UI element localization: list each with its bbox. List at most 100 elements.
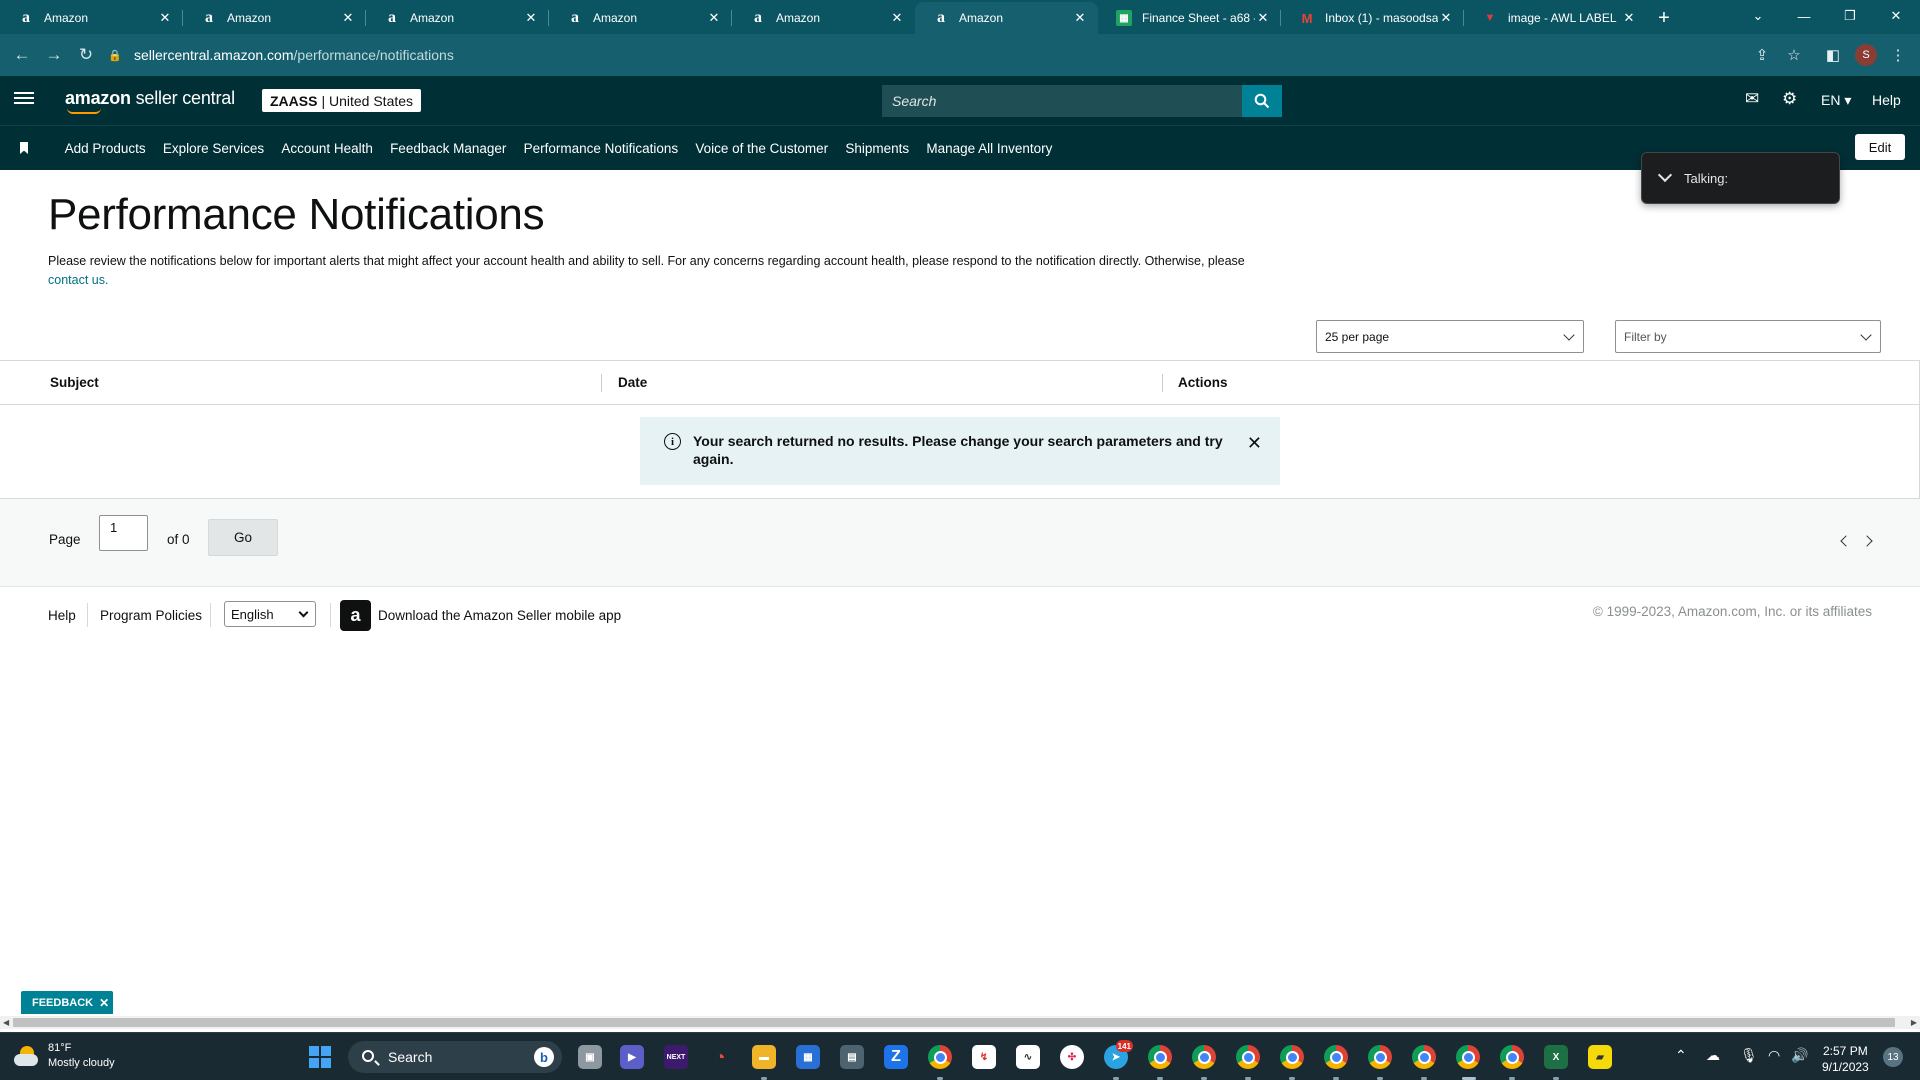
nav-account-health[interactable]: Account Health <box>273 141 382 156</box>
snipping-tool-icon[interactable]: ◔ <box>708 1045 732 1069</box>
nav-performance-notifications[interactable]: Performance Notifications <box>515 141 687 156</box>
chrome-profile-icon[interactable] <box>1368 1045 1392 1069</box>
browser-tab[interactable]: ▦ Finance Sheet - a68 - ✕ <box>1098 2 1281 34</box>
reload-icon[interactable]: ↻ <box>70 39 102 71</box>
gear-icon[interactable]: ⚙ <box>1782 89 1797 109</box>
edit-nav-button[interactable]: Edit <box>1855 134 1905 160</box>
filter-select[interactable]: Filter by <box>1615 320 1881 353</box>
wifi-icon[interactable]: ◠ <box>1768 1047 1780 1064</box>
language-selector[interactable]: EN ▾ <box>1821 92 1851 109</box>
slack-icon[interactable]: ✣ <box>1060 1045 1084 1069</box>
tab-close-icon[interactable]: ✕ <box>1255 10 1271 26</box>
chrome-profile-icon[interactable] <box>1324 1045 1348 1069</box>
chart-app-icon[interactable]: ∿ <box>1016 1045 1040 1069</box>
onedrive-cloud-icon[interactable]: ☁ <box>1706 1047 1720 1064</box>
hamburger-menu-icon[interactable] <box>14 89 34 109</box>
download-app-link[interactable]: Download the Amazon Seller mobile app <box>378 608 621 623</box>
close-icon[interactable]: ✕ <box>1247 433 1262 454</box>
nav-add-products[interactable]: Add Products <box>56 141 154 156</box>
browser-tab[interactable]: a Amazon ✕ <box>366 2 549 34</box>
search-button[interactable] <box>1242 85 1282 117</box>
chevron-up-icon[interactable]: ⌃ <box>1675 1047 1687 1064</box>
chrome-profile-icon[interactable] <box>1456 1045 1480 1069</box>
browser-tab[interactable]: a Amazon ✕ <box>732 2 915 34</box>
next-app-icon[interactable]: NEXT <box>664 1045 688 1069</box>
chrome-profile-icon[interactable] <box>1500 1045 1524 1069</box>
close-window-button[interactable]: ✕ <box>1873 0 1919 32</box>
chrome-profile-icon[interactable] <box>1280 1045 1304 1069</box>
store-selector[interactable]: ZAASS | United States <box>262 89 422 112</box>
per-page-select[interactable]: 25 per page <box>1316 320 1584 353</box>
calculator-icon[interactable]: ▤ <box>840 1045 864 1069</box>
volume-icon[interactable]: 🔊 <box>1791 1047 1808 1064</box>
browser-menu-icon[interactable]: ⋮ <box>1883 38 1913 72</box>
scrollbar-thumb[interactable] <box>13 1018 1895 1027</box>
taskbar-search[interactable]: Search b <box>348 1041 562 1073</box>
column-header-date[interactable]: Date <box>618 375 647 390</box>
new-tab-button[interactable]: + <box>1647 2 1681 34</box>
profile-button[interactable]: S <box>1851 38 1881 72</box>
tab-close-icon[interactable]: ✕ <box>706 10 722 26</box>
program-policies-link[interactable]: Program Policies <box>100 608 202 623</box>
excel-icon[interactable]: X <box>1544 1045 1568 1069</box>
nav-shipments[interactable]: Shipments <box>837 141 918 156</box>
url-field[interactable]: 🔒 sellercentral.amazon.com/performance/n… <box>108 38 1777 72</box>
teams-meet-icon[interactable]: ▶ <box>620 1045 644 1069</box>
calendar-icon[interactable]: ▦ <box>796 1045 820 1069</box>
close-icon[interactable]: ✕ <box>99 996 109 1010</box>
weather-widget[interactable]: 81°F Mostly cloudy <box>14 1041 115 1071</box>
scroll-left-icon[interactable]: ◀ <box>3 1018 9 1027</box>
file-explorer-icon[interactable]: ▬ <box>752 1045 776 1069</box>
side-panel-icon[interactable]: ◧ <box>1818 38 1848 72</box>
restore-button[interactable]: ❐ <box>1827 0 1873 32</box>
telegram-icon[interactable]: ➤ 141 <box>1104 1040 1133 1069</box>
forward-arrow-icon[interactable]: → <box>38 39 70 71</box>
browser-tab[interactable]: ▼ image - AWL LABEL ✕ <box>1464 2 1647 34</box>
chrome-profile-icon[interactable] <box>1236 1045 1260 1069</box>
system-clock[interactable]: 2:57 PM 9/1/2023 <box>1822 1043 1869 1075</box>
footer-language-select[interactable]: English <box>224 601 316 627</box>
tab-close-icon[interactable]: ✕ <box>1438 10 1454 26</box>
tab-search-chevron-icon[interactable]: ⌄ <box>1735 0 1781 32</box>
windows-start-icon[interactable] <box>309 1046 331 1068</box>
nav-explore-services[interactable]: Explore Services <box>154 141 272 156</box>
sticky-notes-icon[interactable]: ▰ <box>1588 1045 1612 1069</box>
tab-close-icon[interactable]: ✕ <box>157 10 173 26</box>
stock-chart-icon[interactable]: ↯ <box>972 1045 996 1069</box>
go-button[interactable]: Go <box>208 519 278 556</box>
browser-tab[interactable]: a Amazon ✕ <box>549 2 732 34</box>
browser-tab-active[interactable]: a Amazon ✕ <box>915 2 1098 34</box>
share-icon[interactable]: ⇪ <box>1747 38 1777 72</box>
footer-help-link[interactable]: Help <box>48 608 76 623</box>
mail-icon[interactable]: ✉ <box>1745 89 1759 109</box>
horizontal-scrollbar[interactable]: ◀ ▶ <box>0 1016 1920 1029</box>
bing-icon[interactable]: b <box>534 1047 554 1067</box>
nav-manage-all-inventory[interactable]: Manage All Inventory <box>918 141 1061 156</box>
tab-close-icon[interactable]: ✕ <box>889 10 905 26</box>
tab-close-icon[interactable]: ✕ <box>1621 10 1637 26</box>
microphone-icon[interactable]: 🎙 <box>1740 1047 1758 1064</box>
chrome-profile-icon[interactable] <box>1412 1045 1436 1069</box>
bookmark-icon[interactable] <box>20 142 28 154</box>
previous-page-icon[interactable] <box>1840 535 1852 547</box>
nav-feedback-manager[interactable]: Feedback Manager <box>381 141 515 156</box>
column-header-subject[interactable]: Subject <box>50 375 99 390</box>
chrome-profile-icon[interactable] <box>1192 1045 1216 1069</box>
chrome-profile-icon[interactable] <box>1148 1045 1172 1069</box>
browser-tab[interactable]: a Amazon ✕ <box>183 2 366 34</box>
back-arrow-icon[interactable]: ← <box>6 39 38 71</box>
feedback-button[interactable]: FEEDBACK ✕ <box>21 991 113 1014</box>
zoom-icon[interactable]: Z <box>884 1045 908 1069</box>
seller-app-icon[interactable]: a <box>340 600 371 631</box>
seller-central-logo[interactable]: amazon seller central <box>65 88 235 114</box>
browser-tab[interactable]: M Inbox (1) - masoodsaf ✕ <box>1281 2 1464 34</box>
help-link[interactable]: Help <box>1872 92 1901 108</box>
notification-badge[interactable]: 13 <box>1883 1047 1903 1067</box>
tab-close-icon[interactable]: ✕ <box>340 10 356 26</box>
task-view-icon[interactable]: ▣ <box>578 1045 602 1069</box>
minimize-button[interactable]: — <box>1781 0 1827 32</box>
chrome-icon[interactable] <box>928 1045 952 1069</box>
tab-close-icon[interactable]: ✕ <box>523 10 539 26</box>
contact-us-link[interactable]: contact us. <box>48 273 108 287</box>
search-input[interactable] <box>882 85 1242 117</box>
